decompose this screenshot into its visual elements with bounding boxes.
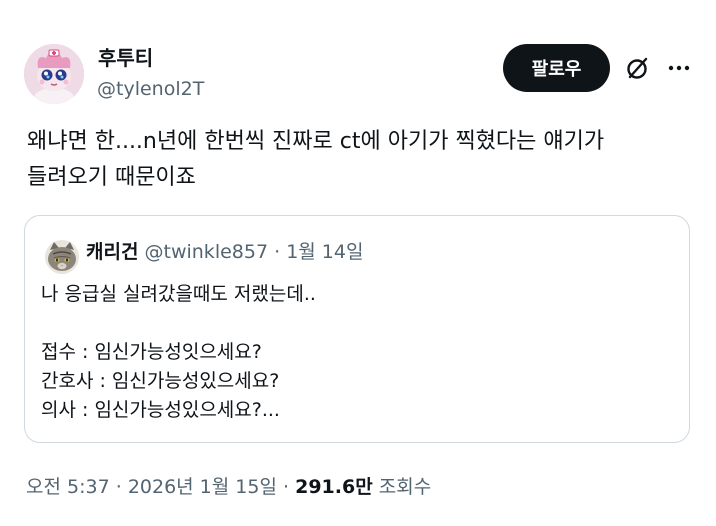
- quote-header: 캐리건 @twinkle857 · 1월 14일: [86, 238, 363, 266]
- grok-icon-glyph: [627, 57, 648, 79]
- tweet-meta: 오전 5:37 · 2026년 1월 15일 · 291.6만 조회수: [26, 474, 431, 500]
- avatar-character-icon: [24, 44, 84, 104]
- author-avatar[interactable]: [24, 44, 84, 104]
- meta-separator-1: ·: [115, 476, 122, 498]
- more-horizontal-icon[interactable]: [664, 54, 694, 82]
- quote-author-avatar[interactable]: [45, 240, 79, 274]
- views-label: 조회수: [378, 476, 432, 498]
- meta-separator-2: ·: [283, 476, 290, 498]
- follow-button[interactable]: 팔로우: [503, 44, 610, 92]
- more-dots-glyph: [668, 65, 690, 71]
- grok-slash-circle-icon[interactable]: [624, 54, 652, 82]
- tweet-time[interactable]: 오전 5:37: [26, 476, 110, 498]
- quote-separator: ·: [274, 241, 281, 263]
- quote-text: 나 응급실 실려갔을때도 저랬는데.. 접수 : 임신가능성잇으세요? 간호사 …: [41, 283, 316, 421]
- views-count[interactable]: 291.6만: [295, 476, 373, 498]
- quote-date[interactable]: 1월 14일: [286, 241, 363, 263]
- quote-tweet-card[interactable]: 캐리건 @twinkle857 · 1월 14일 나 응급실 실려갔을때도 저랬…: [24, 215, 690, 443]
- author-handle[interactable]: @tylenol2T: [97, 76, 204, 102]
- tweet-text: 왜냐면 한....n년에 한번씩 진짜로 ct에 아기가 찍혔다는 얘기가 들려…: [27, 129, 605, 190]
- tweet-date[interactable]: 2026년 1월 15일: [128, 476, 277, 498]
- quote-author-handle[interactable]: @twinkle857: [145, 241, 269, 263]
- cat-avatar-icon: [45, 240, 79, 274]
- author-display-name[interactable]: 후투티: [98, 45, 153, 71]
- quote-author-name[interactable]: 캐리건: [86, 241, 138, 263]
